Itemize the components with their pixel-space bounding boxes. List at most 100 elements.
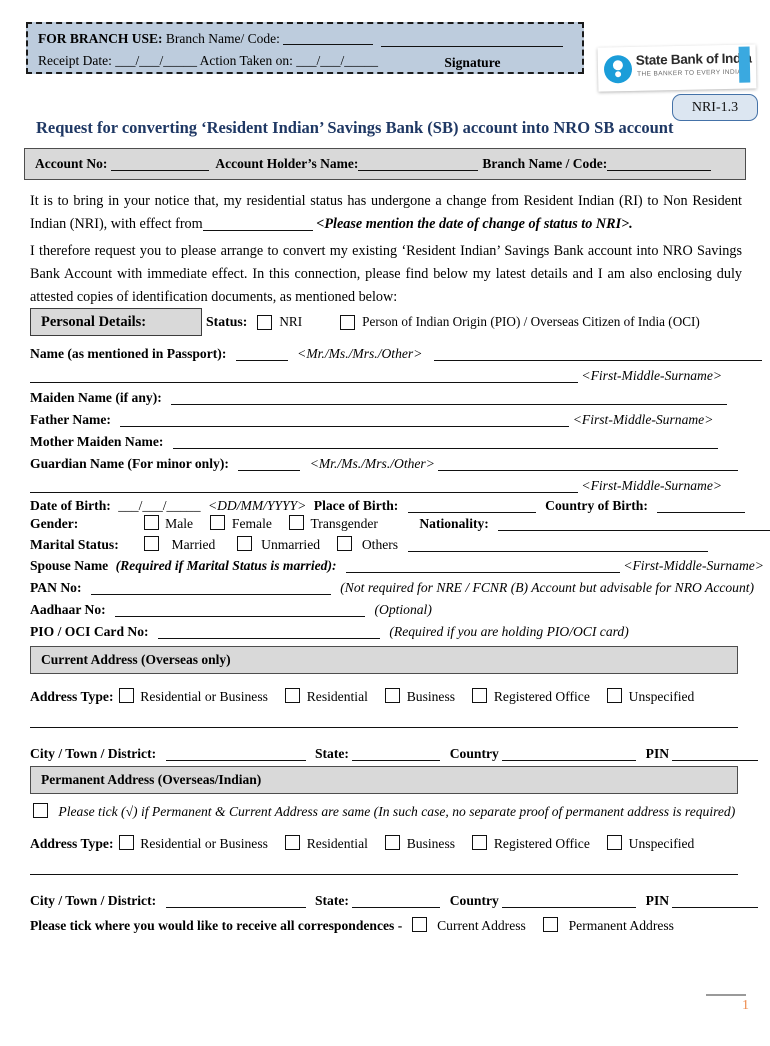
permanent-pin-input[interactable] — [672, 894, 759, 908]
checkbox-correspondence-current-address[interactable] — [411, 917, 427, 932]
name-title-input[interactable] — [235, 347, 288, 361]
guardian-name-row: Guardian Name (For minor only): <Mr./Ms.… — [30, 454, 742, 474]
country-of-birth-input[interactable] — [657, 499, 746, 513]
signature-field[interactable]: Signature — [381, 46, 564, 74]
checkbox-status-pio-oci[interactable] — [340, 314, 356, 330]
checkbox-permanent-addr-registered-office[interactable] — [472, 835, 488, 850]
aadhaar-row: Aadhaar No: (Optional) — [30, 600, 742, 620]
nationality-label: Nationality: — [419, 516, 489, 531]
account-no-input[interactable] — [111, 158, 210, 171]
maiden-name-input[interactable] — [171, 391, 728, 405]
spouse-name-condition-hint: (Required if Marital Status is married): — [115, 558, 337, 573]
paragraph-status-change: It is to bring in your notice that, my r… — [30, 190, 742, 236]
guardian-name-label: Guardian Name (For minor only): — [30, 456, 229, 471]
permanent-address-type-label: Address Type: — [30, 836, 114, 851]
action-taken-input[interactable]: ___/___/_____ — [296, 53, 378, 68]
checkbox-permanent-addr-residential[interactable] — [285, 835, 301, 850]
personal-details-section-header: Personal Details: — [30, 308, 202, 336]
current-city-input[interactable] — [165, 747, 306, 761]
current-address-section-header: Current Address (Overseas only) — [30, 646, 738, 674]
dob-input[interactable]: ___/___/_____ — [118, 498, 200, 513]
pio-oci-input[interactable] — [157, 625, 380, 639]
gender-option-female-label: Female — [231, 516, 272, 531]
permanent-addr-option-3: Registered Office — [493, 836, 590, 851]
checkbox-permanent-addr-residential-or-business[interactable] — [118, 835, 134, 850]
checkbox-gender-male[interactable] — [143, 515, 159, 530]
current-address-type-row: Address Type: Residential or Business Re… — [30, 687, 742, 707]
action-taken-label: Action Taken on: — [199, 53, 293, 68]
page-number: 1 — [742, 998, 749, 1013]
current-country-input[interactable] — [502, 747, 637, 761]
checkbox-correspondence-permanent-address[interactable] — [543, 917, 559, 932]
status-change-date-input[interactable] — [202, 217, 313, 231]
checkbox-current-addr-residential-or-business[interactable] — [118, 688, 134, 703]
branch-name-label: Branch Name/ Code: — [165, 31, 280, 46]
current-addr-option-4: Unspecified — [628, 689, 695, 704]
pan-input[interactable] — [90, 581, 331, 595]
spouse-name-format-hint: <First-Middle-Surname> — [623, 558, 764, 573]
current-address-line-input[interactable] — [30, 727, 738, 728]
checkbox-current-addr-residential[interactable] — [285, 688, 301, 703]
aadhaar-hint: (Optional) — [374, 602, 432, 617]
permanent-address-type-row: Address Type: Residential or Business Re… — [30, 834, 742, 854]
gender-option-transgender-label: Transgender — [310, 516, 378, 531]
current-state-input[interactable] — [352, 747, 441, 761]
checkbox-gender-female[interactable] — [210, 515, 226, 530]
sbi-logo: State Bank of India THE BANKER TO EVERY … — [597, 44, 757, 92]
checkbox-marital-unmarried[interactable] — [236, 536, 252, 551]
guardian-name-input[interactable] — [438, 457, 739, 471]
checkbox-gender-transgender[interactable] — [289, 515, 305, 530]
marital-others-input[interactable] — [407, 538, 708, 552]
branch-name-input[interactable] — [283, 32, 374, 45]
spouse-name-input[interactable] — [345, 559, 620, 573]
aadhaar-label: Aadhaar No: — [30, 602, 106, 617]
current-country-label: Country — [449, 746, 499, 761]
branch-name-code-label: Branch Name / Code: — [482, 156, 608, 171]
permanent-address-line-input[interactable] — [30, 874, 738, 875]
checkbox-marital-married[interactable] — [144, 536, 160, 551]
for-branch-use-box: FOR BRANCH USE: Branch Name/ Code: Recei… — [26, 22, 584, 74]
checkbox-marital-others[interactable] — [337, 536, 353, 551]
checkbox-permanent-addr-business[interactable] — [385, 835, 401, 850]
correspondence-row: Please tick where you would like to rece… — [30, 916, 742, 936]
dob-hint: <DD/MM/YYYY> — [207, 498, 307, 513]
receipt-date-input[interactable]: ___/___/_____ — [115, 53, 197, 68]
permanent-state-input[interactable] — [352, 894, 441, 908]
checkbox-current-addr-business[interactable] — [385, 688, 401, 703]
place-of-birth-input[interactable] — [407, 499, 536, 513]
permanent-same-as-current-row: Please tick (√) if Permanent & Current A… — [30, 802, 742, 822]
guardian-title-hint: <Mr./Ms./Mrs./Other> — [309, 456, 435, 471]
account-holder-name-input[interactable] — [358, 158, 479, 171]
marital-status-row: Marital Status: Married Unmarried Others — [30, 535, 742, 555]
current-pin-input[interactable] — [672, 747, 759, 761]
paragraph-1-hint: <Please mention the date of change of st… — [316, 216, 633, 232]
checkbox-current-addr-registered-office[interactable] — [472, 688, 488, 703]
checkbox-status-nri[interactable] — [257, 314, 273, 330]
nationality-input[interactable] — [498, 517, 770, 531]
account-details-bar: Account No: Account Holder’s Name: Branc… — [24, 148, 746, 180]
permanent-same-as-current-note: Please tick (√) if Permanent & Current A… — [58, 804, 736, 819]
current-address-city-row: City / Town / District: State: Country P… — [30, 744, 759, 764]
name-input[interactable] — [433, 347, 762, 361]
correspondence-option-current: Current Address — [437, 918, 526, 933]
father-name-input[interactable] — [120, 413, 570, 427]
bank-tagline: THE BANKER TO EVERY INDIAN — [637, 68, 748, 78]
permanent-city-input[interactable] — [165, 894, 306, 908]
checkbox-current-addr-unspecified[interactable] — [607, 688, 623, 703]
pan-hint: (Not required for NRE / FCNR (B) Account… — [340, 580, 755, 595]
guardian-name-input-2[interactable] — [30, 479, 578, 493]
pan-row: PAN No: (Not required for NRE / FCNR (B)… — [30, 578, 754, 598]
mother-maiden-name-input[interactable] — [172, 435, 718, 449]
checkbox-permanent-same-as-current[interactable] — [33, 803, 48, 818]
country-of-birth-label: Country of Birth: — [545, 498, 648, 513]
guardian-name-row-2: <First-Middle-Surname> — [30, 476, 742, 496]
aadhaar-input[interactable] — [115, 603, 366, 617]
guardian-title-input[interactable] — [238, 457, 301, 471]
permanent-country-input[interactable] — [502, 894, 637, 908]
branch-name-code-input[interactable] — [607, 158, 712, 171]
status-option-pio-oci-label: Person of Indian Origin (PIO) / Overseas… — [362, 314, 700, 329]
signature-label: Signature — [444, 55, 501, 70]
name-input-2[interactable] — [30, 369, 578, 383]
checkbox-permanent-addr-unspecified[interactable] — [607, 835, 623, 850]
account-no-label: Account No: — [35, 156, 108, 171]
